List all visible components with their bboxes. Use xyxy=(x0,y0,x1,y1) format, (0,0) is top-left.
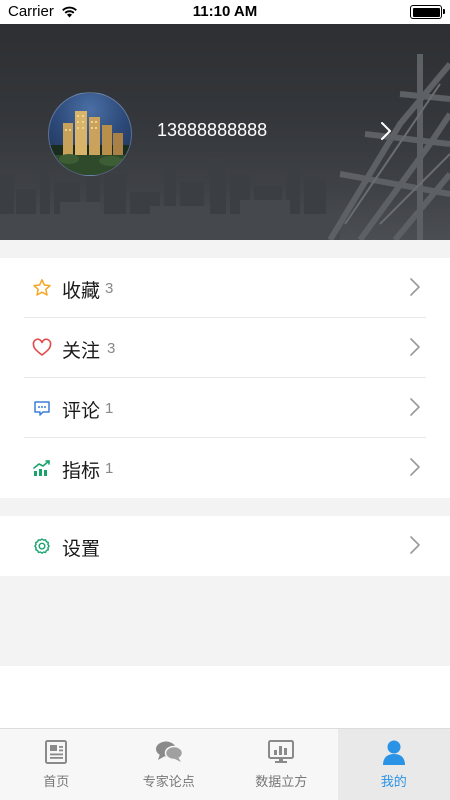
newspaper-icon xyxy=(45,740,68,764)
tab-mine[interactable]: 我的 xyxy=(337,729,450,800)
menu-item-count: 1 xyxy=(105,400,114,417)
menu-item-favorites[interactable]: 收藏 3 xyxy=(0,258,450,318)
chevron-right-icon xyxy=(410,278,420,296)
menu-item-label: 设置 xyxy=(62,538,101,560)
chevron-right-icon xyxy=(410,458,420,476)
tab-label: 首页 xyxy=(43,775,70,790)
chevron-right-icon xyxy=(410,338,420,356)
tab-home[interactable]: 首页 xyxy=(0,729,113,800)
menu-item-label: 收藏 xyxy=(62,280,101,302)
menu-group-settings: 设置 xyxy=(0,516,450,576)
menu-item-count: 1 xyxy=(105,460,114,477)
tab-experts[interactable]: 专家论点 xyxy=(113,729,226,800)
chevron-right-icon xyxy=(410,398,420,416)
menu-item-label: 评论 xyxy=(62,400,101,422)
menu-item-label: 关注 xyxy=(62,340,101,362)
trend-chart-icon xyxy=(33,460,50,476)
chevron-right-icon[interactable] xyxy=(380,121,392,141)
tab-label: 我的 xyxy=(380,775,407,790)
monitor-chart-icon xyxy=(268,740,295,763)
chat-bubbles-icon xyxy=(155,741,183,762)
heart-icon xyxy=(32,338,52,356)
menu-item-settings[interactable]: 设置 xyxy=(0,516,450,576)
tab-bar: 首页 专家论点 数据立方 我的 xyxy=(0,728,450,800)
menu-item-indicators[interactable]: 指标 1 xyxy=(0,438,450,498)
menu-item-count: 3 xyxy=(105,280,114,297)
menu-item-label: 指标 xyxy=(62,460,101,482)
tab-label: 数据立方 xyxy=(255,775,308,790)
menu-group-main: 收藏 3 关注 3 评论 1 指标 1 xyxy=(0,258,450,498)
avatar[interactable] xyxy=(48,92,132,176)
menu-item-follow[interactable]: 关注 3 xyxy=(0,318,450,378)
star-icon xyxy=(33,279,51,296)
menu-item-count: 3 xyxy=(107,340,116,357)
battery-icon xyxy=(410,5,445,19)
tab-data-cube[interactable]: 数据立方 xyxy=(225,729,338,800)
tab-label: 专家论点 xyxy=(142,775,195,790)
person-icon xyxy=(382,740,405,765)
user-phone: 13888888888 xyxy=(157,120,268,140)
menu-item-comments[interactable]: 评论 1 xyxy=(0,378,450,438)
chevron-right-icon xyxy=(410,536,420,554)
status-time: 11:10 AM xyxy=(192,3,258,20)
status-bar: Carrier 11:10 AM xyxy=(0,0,450,24)
avatar-buildings-image xyxy=(49,111,131,175)
comment-icon xyxy=(34,401,50,416)
blank-area xyxy=(0,666,450,728)
gear-icon xyxy=(34,538,50,554)
profile-header[interactable]: 13888888888 xyxy=(0,24,450,240)
